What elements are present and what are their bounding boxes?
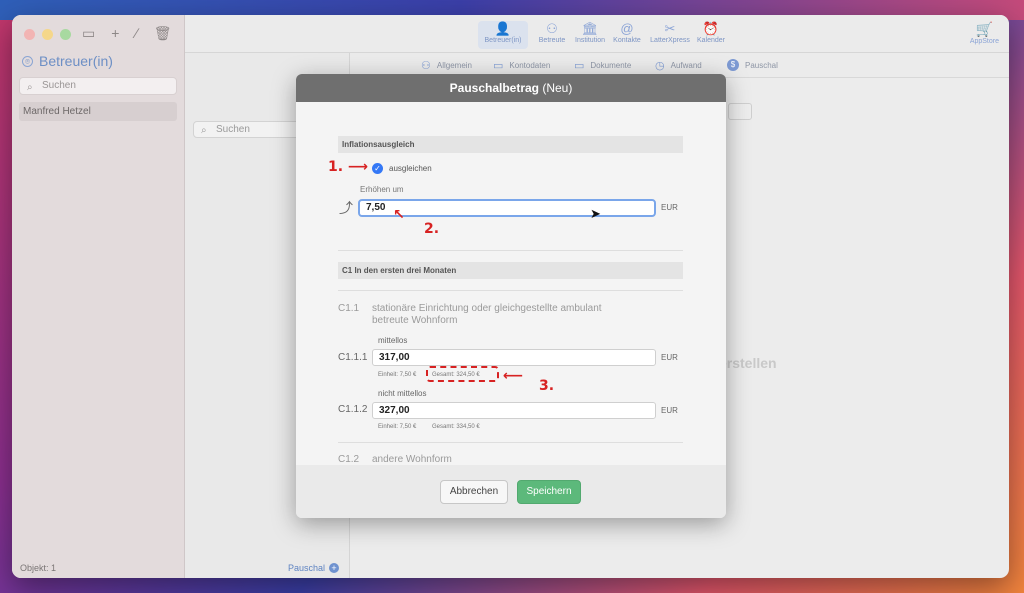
c112-code: C1.1.2 <box>338 404 368 415</box>
dialog-footer: Abbrechen Speichern <box>296 465 726 518</box>
arrow-right-icon: ⟶ <box>343 159 369 175</box>
dialog-body[interactable]: Inflationsausgleich ✓ ausgleichen Erhöhe… <box>296 102 726 465</box>
plus-icon: + <box>329 563 339 573</box>
tab-label: Aufwand <box>670 61 702 70</box>
toolbar-item-betreuer[interactable]: 👤 Betreuer(in) <box>478 21 528 49</box>
toolbar-item-label: Betreute <box>538 37 566 44</box>
currency-label: EUR <box>661 203 678 212</box>
divider <box>338 442 683 443</box>
annotation-step-1: 1. ⟶ <box>328 159 368 175</box>
pauschalbetrag-dialog: Pauschalbetrag (Neu) Inflationsausgleich… <box>296 74 726 518</box>
tab-allgemein[interactable]: ⚇ Allgemein <box>421 59 472 72</box>
traffic-lights <box>24 29 71 40</box>
annotation-step-3: 3. <box>539 378 555 394</box>
toolbar-item-label: Kalender <box>696 37 726 44</box>
tab-dokumente[interactable]: ▭ Dokumente <box>574 59 631 72</box>
edit-icon[interactable]: ∕ <box>135 25 137 42</box>
sidebar-toggle-icon[interactable]: ▭ <box>82 25 95 42</box>
background-placeholder-text: erstellen <box>719 355 777 371</box>
dialog-title-suffix: (Neu) <box>539 81 573 95</box>
toolbar: 👤 Betreuer(in) ⚇ Betreute 🏛 Institution … <box>185 15 1009 53</box>
inflation-section-header: Inflationsausgleich <box>338 136 683 153</box>
search-placeholder: Suchen <box>42 80 76 91</box>
annotation-label: 1. <box>328 159 344 175</box>
currency-label: EUR <box>661 353 678 362</box>
c111-value-input[interactable]: 317,00 <box>372 349 656 366</box>
c12-description: andere Wohnform <box>372 454 452 465</box>
tab-label: Dokumente <box>590 61 632 70</box>
trash-icon[interactable]: 🗑 <box>154 25 172 42</box>
appstore-button[interactable]: 🛒 AppStore <box>970 21 999 45</box>
tab-kontodaten[interactable]: ▭ Kontodaten <box>493 59 550 72</box>
zoom-window-button[interactable] <box>60 29 71 40</box>
sidebar-search-input[interactable]: ⌕ Suchen <box>19 77 177 95</box>
person-icon: 👤 <box>494 21 512 36</box>
increase-label: Erhöhen um <box>360 185 404 194</box>
dollar-icon: $ <box>727 59 739 71</box>
background-field <box>728 103 752 120</box>
search-icon: ⌕ <box>201 125 207 136</box>
add-pauschal-label: Pauschal <box>287 563 325 573</box>
c112-value-input[interactable]: 327,00 <box>372 402 656 419</box>
sidebar-item[interactable]: Manfred Hetzel <box>19 102 177 121</box>
c12-code: C1.2 <box>338 454 360 465</box>
folder-icon: ▭ <box>574 60 585 72</box>
add-pauschal-button[interactable]: Pauschal + <box>288 563 339 573</box>
c11-code: C1.1 <box>338 303 360 314</box>
alarm-icon: ⏰ <box>702 21 720 36</box>
tab-pauschal[interactable]: $ Pauschal <box>727 59 778 71</box>
sidebar-footer: Objekt: 1 <box>20 563 57 573</box>
close-window-button[interactable] <box>24 29 35 40</box>
annotation-step-2: 2. <box>424 221 440 237</box>
appstore-label: AppStore <box>969 38 999 45</box>
sidebar-tools: ▭ + ∕ 🗑 <box>82 25 172 42</box>
toolbar-item-label: Betreuer(in) <box>484 37 522 44</box>
annotation-highlight-box <box>426 366 499 382</box>
search-placeholder: Suchen <box>216 124 250 135</box>
toolbar-item-label: Institution <box>575 37 605 44</box>
sidebar-title-text: Betreuer(in) <box>39 53 113 69</box>
tab-label: Pauschal <box>745 60 778 70</box>
search-icon: ⌕ <box>27 82 33 93</box>
currency-label: EUR <box>661 406 678 415</box>
sidebar-item-label: Manfred Hetzel <box>23 106 91 117</box>
mouse-cursor-icon: ➤ <box>590 206 601 221</box>
checkbox-label: ausgleichen <box>389 164 432 173</box>
clock-icon: ◷ <box>655 60 665 72</box>
card-icon: ▭ <box>493 60 504 72</box>
mittellos-label: mittellos <box>378 336 408 345</box>
tab-label: Allgemein <box>436 61 473 70</box>
save-button[interactable]: Speichern <box>517 480 581 504</box>
dialog-title-bold: Pauschalbetrag <box>449 81 540 95</box>
c111-code: C1.1.1 <box>338 352 368 363</box>
minimize-window-button[interactable] <box>42 29 53 40</box>
nicht-mittellos-label: nicht mittellos <box>378 389 427 398</box>
checkmark-icon[interactable]: ✓ <box>372 163 383 174</box>
person-icon: ⚇ <box>421 60 431 72</box>
annotation-arrow-2: ↖ <box>393 207 405 223</box>
c112-total: Gesamt: 334,50 € <box>432 424 480 430</box>
cart-icon: 🛒 <box>975 21 994 37</box>
toolbar-item-label: Kontakte <box>613 37 641 44</box>
cancel-button[interactable]: Abbrechen <box>440 480 508 504</box>
dialog-title: Pauschalbetrag (Neu) <box>296 74 726 102</box>
toolbar-item-label: LatterXpress <box>650 37 690 44</box>
c111-unit: Einheit: 7,50 € <box>378 372 417 378</box>
tab-label: Kontodaten <box>509 61 551 70</box>
divider <box>338 290 683 291</box>
annotation-arrow-3: ⟵ <box>503 368 524 384</box>
arrow-up-icon: ⤴ <box>339 200 353 216</box>
sidebar: ▭ + ∕ 🗑 ⌾ Betreuer(in) ⌕ Suchen Manfred … <box>12 15 185 578</box>
tab-aufwand[interactable]: ◷ Aufwand <box>655 59 702 72</box>
c112-unit: Einheit: 7,50 € <box>378 424 417 430</box>
add-icon[interactable]: + <box>111 25 119 42</box>
sidebar-title: ⌾ Betreuer(in) <box>22 53 113 69</box>
toolbar-item-kalender[interactable]: ⏰ Kalender <box>686 21 736 44</box>
inflation-checkbox-row[interactable]: ✓ ausgleichen <box>372 163 432 174</box>
divider <box>338 250 683 251</box>
c1-section-header: C1 In den ersten drei Monaten <box>338 262 683 279</box>
person-circle-icon: ⌾ <box>22 55 33 67</box>
c11-description: stationäre Einrichtung oder gleichgestel… <box>372 303 602 326</box>
